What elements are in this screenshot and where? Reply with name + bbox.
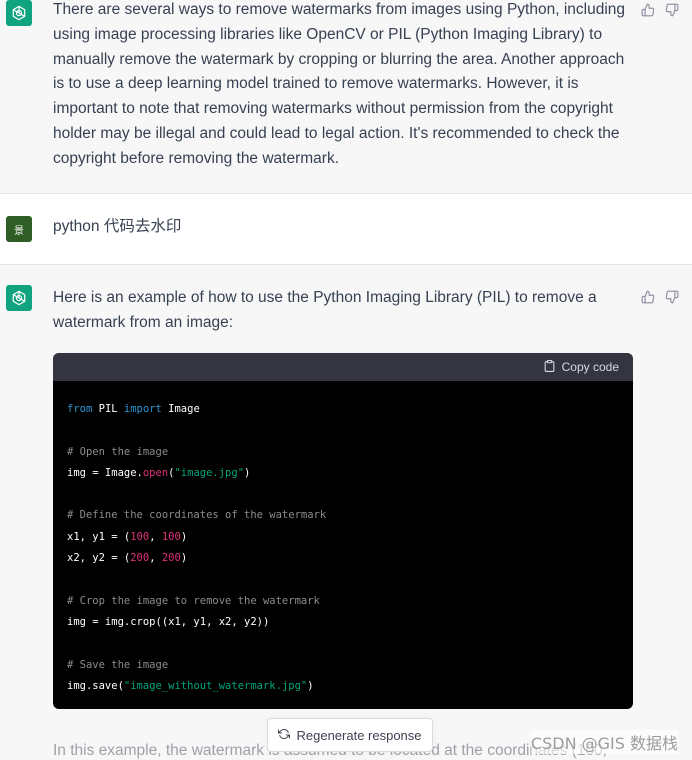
code-keyword: from <box>67 403 93 415</box>
clipboard-icon <box>543 359 556 376</box>
code-number: 100 <box>161 530 181 543</box>
code-comment: # Define the coordinates of the watermar… <box>67 509 327 522</box>
code-line: from PIL import Image <box>67 399 619 420</box>
code-comment: # Open the image <box>67 445 169 458</box>
user-message: 景 python 代码去水印 <box>0 194 692 264</box>
thumbs-up-icon[interactable] <box>640 289 656 305</box>
code-text: Image <box>161 403 200 415</box>
thumbs-down-icon[interactable] <box>664 289 680 305</box>
code-line: x2, y2 = (200, 200) <box>67 548 619 569</box>
code-text: , <box>149 552 162 565</box>
code-number: 200 <box>161 552 181 565</box>
assistant-message-text: Here is an example of how to use the Pyt… <box>53 289 597 331</box>
thumbs-down-icon[interactable] <box>664 2 680 18</box>
assistant-message-text: There are several ways to remove waterma… <box>53 1 626 167</box>
code-text: PIL <box>92 403 124 415</box>
code-line: img = img.crop((x1, y1, x2, y2)) <box>67 612 619 633</box>
code-block: Copy code from PIL import Image # Open th… <box>53 353 633 709</box>
thumbs-up-icon[interactable] <box>640 2 656 18</box>
code-string: "image_without_watermark.jpg" <box>123 679 308 692</box>
openai-logo-icon <box>6 285 32 311</box>
code-block-header: Copy code <box>53 353 633 381</box>
code-text: , <box>149 530 162 543</box>
assistant-message-1: There are several ways to remove waterma… <box>0 0 692 193</box>
refresh-icon <box>278 728 291 743</box>
code-keyword: import <box>123 403 162 415</box>
code-line: x1, y1 = (100, 100) <box>67 527 619 548</box>
feedback-buttons <box>640 2 684 20</box>
code-text: ) <box>180 552 188 565</box>
code-text: ) <box>307 679 314 692</box>
code-line: # Crop the image to remove the watermark <box>67 591 619 612</box>
code-function: open <box>142 466 169 479</box>
openai-logo-icon <box>6 0 32 26</box>
user-avatar-label: 景 <box>14 225 24 237</box>
code-line: # Open the image <box>67 442 619 463</box>
code-string: "image.jpg" <box>174 466 245 479</box>
code-number: 100 <box>130 530 150 543</box>
code-content: from PIL import Image # Open the image img… <box>53 381 633 697</box>
code-text: img.save( <box>67 679 124 692</box>
code-line: img.save("image_without_watermark.jpg") <box>67 676 619 697</box>
copy-code-button[interactable]: Copy code <box>543 359 619 376</box>
code-line: img = Image.open("image.jpg") <box>67 463 619 484</box>
code-text: x2, y2 = ( <box>67 552 131 565</box>
code-number: 200 <box>130 552 150 565</box>
regenerate-response-button[interactable]: Regenerate response <box>267 718 433 752</box>
regenerate-response-label: Regenerate response <box>296 727 422 743</box>
feedback-buttons <box>640 289 684 307</box>
user-avatar: 景 <box>6 216 32 242</box>
code-text: ) <box>180 530 188 543</box>
code-text: img = img.crop((x1, y1, x2, y2)) <box>67 615 270 628</box>
csdn-watermark: CSDN @GIS 数据栈 <box>530 730 678 754</box>
code-comment: # Crop the image to remove the watermark <box>67 594 320 607</box>
code-text: ) <box>244 466 251 479</box>
code-line: # Save the image <box>67 655 619 676</box>
code-comment: # Save the image <box>67 658 169 671</box>
user-message-text: python 代码去水印 <box>53 218 182 235</box>
copy-code-label: Copy code <box>561 360 619 374</box>
code-text: img = Image. <box>67 466 143 479</box>
code-text: x1, y1 = ( <box>67 530 131 543</box>
code-line: # Define the coordinates of the watermar… <box>67 505 619 526</box>
